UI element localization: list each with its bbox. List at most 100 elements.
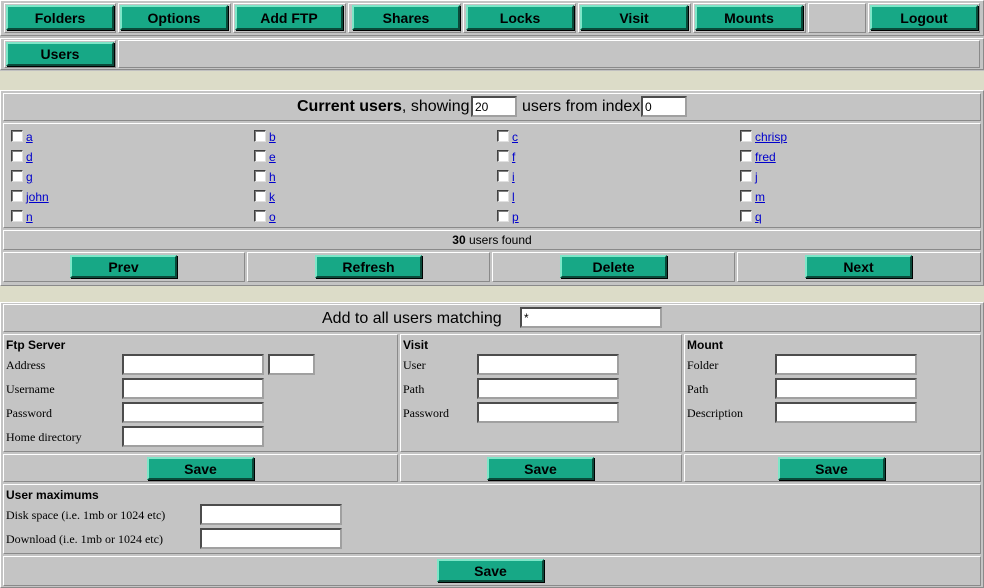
user-link[interactable]: h — [269, 170, 276, 184]
user-link[interactable]: c — [512, 130, 518, 144]
ftp-address-label: Address — [6, 358, 46, 372]
user-link[interactable]: o — [269, 210, 276, 224]
index-input[interactable] — [641, 96, 687, 117]
ftp-home-directory-input[interactable] — [122, 426, 264, 447]
visit-heading: Visit — [403, 338, 429, 352]
users-found-count: 30 — [452, 233, 466, 247]
user-link[interactable]: e — [269, 150, 276, 164]
user-checkbox[interactable] — [11, 170, 23, 182]
user-checkbox[interactable] — [254, 130, 266, 142]
user-link[interactable]: d — [26, 150, 33, 164]
user-link[interactable]: b — [269, 130, 276, 144]
nav-locks-button[interactable]: Locks — [466, 5, 574, 30]
user-checkbox[interactable] — [254, 150, 266, 162]
user-checkbox[interactable] — [740, 190, 752, 202]
ftp-home-directory-label: Home directory — [6, 430, 82, 444]
current-users-title-bold: Current users — [297, 98, 402, 115]
user-link[interactable]: n — [26, 210, 33, 224]
user-link[interactable]: m — [755, 190, 765, 204]
user-checkbox[interactable] — [11, 210, 23, 222]
visit-path-input[interactable] — [477, 378, 619, 399]
showing-count-input[interactable] — [471, 96, 517, 117]
user-link[interactable]: g — [26, 170, 33, 184]
mount-save-button[interactable]: Save — [778, 457, 885, 480]
nav-mounts-button[interactable]: Mounts — [695, 5, 803, 30]
separator-band — [0, 286, 984, 302]
user-link[interactable]: john — [26, 190, 49, 204]
user-checkbox[interactable] — [497, 210, 509, 222]
download-label: Download (i.e. 1mb or 1024 etc) — [6, 532, 163, 546]
match-pattern-input[interactable] — [520, 307, 662, 328]
user-checkbox[interactable] — [740, 130, 752, 142]
mount-heading: Mount — [687, 338, 723, 352]
visit-user-label: User — [403, 358, 426, 372]
user-checkbox[interactable] — [497, 190, 509, 202]
user-checkbox[interactable] — [11, 150, 23, 162]
user-link[interactable]: fred — [755, 150, 776, 164]
users-found-status: 30 users found — [0, 233, 984, 247]
user-link[interactable]: j — [755, 170, 758, 184]
user-link[interactable]: k — [269, 190, 275, 204]
current-users-title: Current users, showing — [297, 98, 470, 116]
next-button[interactable]: Next — [805, 255, 912, 278]
ftp-address-input[interactable] — [122, 354, 264, 375]
subnav-users-button[interactable]: Users — [6, 42, 114, 66]
ftp-password-input[interactable] — [122, 402, 264, 423]
visit-password-label: Password — [403, 406, 450, 420]
disk-space-label: Disk space (i.e. 1mb or 1024 etc) — [6, 508, 166, 522]
nav-visit-button[interactable]: Visit — [580, 5, 688, 30]
ftp-username-input[interactable] — [122, 378, 264, 399]
logout-button[interactable]: Logout — [870, 5, 978, 30]
ftp-server-heading: Ftp Server — [6, 338, 66, 352]
delete-button[interactable]: Delete — [560, 255, 667, 278]
ftp-port-input[interactable] — [268, 354, 315, 375]
mount-description-input[interactable] — [775, 402, 917, 423]
refresh-button[interactable]: Refresh — [315, 255, 422, 278]
user-list-area — [3, 123, 981, 228]
nav-folders-button[interactable]: Folders — [6, 5, 114, 30]
ftp-save-button[interactable]: Save — [147, 457, 254, 480]
nav-shares-button[interactable]: Shares — [352, 5, 460, 30]
prev-button[interactable]: Prev — [70, 255, 177, 278]
nav-add-ftp-button[interactable]: Add FTP — [235, 5, 343, 30]
visit-save-button[interactable]: Save — [487, 457, 594, 480]
user-checkbox[interactable] — [740, 170, 752, 182]
separator-band — [0, 71, 984, 90]
user-checkbox[interactable] — [740, 210, 752, 222]
user-checkbox[interactable] — [254, 190, 266, 202]
user-link[interactable]: f — [512, 150, 515, 164]
visit-path-label: Path — [403, 382, 425, 396]
user-link[interactable]: p — [512, 210, 519, 224]
user-link[interactable]: l — [512, 190, 515, 204]
user-link[interactable]: q — [755, 210, 762, 224]
current-users-title-mid: , showing — [401, 98, 470, 115]
nav-spacer — [808, 3, 866, 33]
visit-user-input[interactable] — [477, 354, 619, 375]
download-input[interactable] — [200, 528, 342, 549]
user-checkbox[interactable] — [740, 150, 752, 162]
mount-folder-input[interactable] — [775, 354, 917, 375]
user-maximums-heading: User maximums — [6, 488, 99, 502]
add-to-all-title: Add to all users matching — [322, 310, 502, 327]
from-index-label: users from index — [522, 98, 641, 115]
user-checkbox[interactable] — [254, 210, 266, 222]
user-link[interactable]: chrisp — [755, 130, 787, 144]
users-found-text: users found — [468, 233, 532, 247]
user-checkbox[interactable] — [497, 150, 509, 162]
ftp-username-label: Username — [6, 382, 55, 396]
nav-options-button[interactable]: Options — [120, 5, 228, 30]
user-checkbox[interactable] — [497, 170, 509, 182]
mount-path-input[interactable] — [775, 378, 917, 399]
mount-description-label: Description — [687, 406, 743, 420]
user-link[interactable]: a — [26, 130, 33, 144]
ftp-password-label: Password — [6, 406, 53, 420]
user-checkbox[interactable] — [254, 170, 266, 182]
user-checkbox[interactable] — [11, 190, 23, 202]
user-checkbox[interactable] — [497, 130, 509, 142]
user-link[interactable]: i — [512, 170, 515, 184]
visit-password-input[interactable] — [477, 402, 619, 423]
user-checkbox[interactable] — [11, 130, 23, 142]
maximums-save-button[interactable]: Save — [437, 559, 544, 582]
disk-space-input[interactable] — [200, 504, 342, 525]
mount-path-label: Path — [687, 382, 709, 396]
